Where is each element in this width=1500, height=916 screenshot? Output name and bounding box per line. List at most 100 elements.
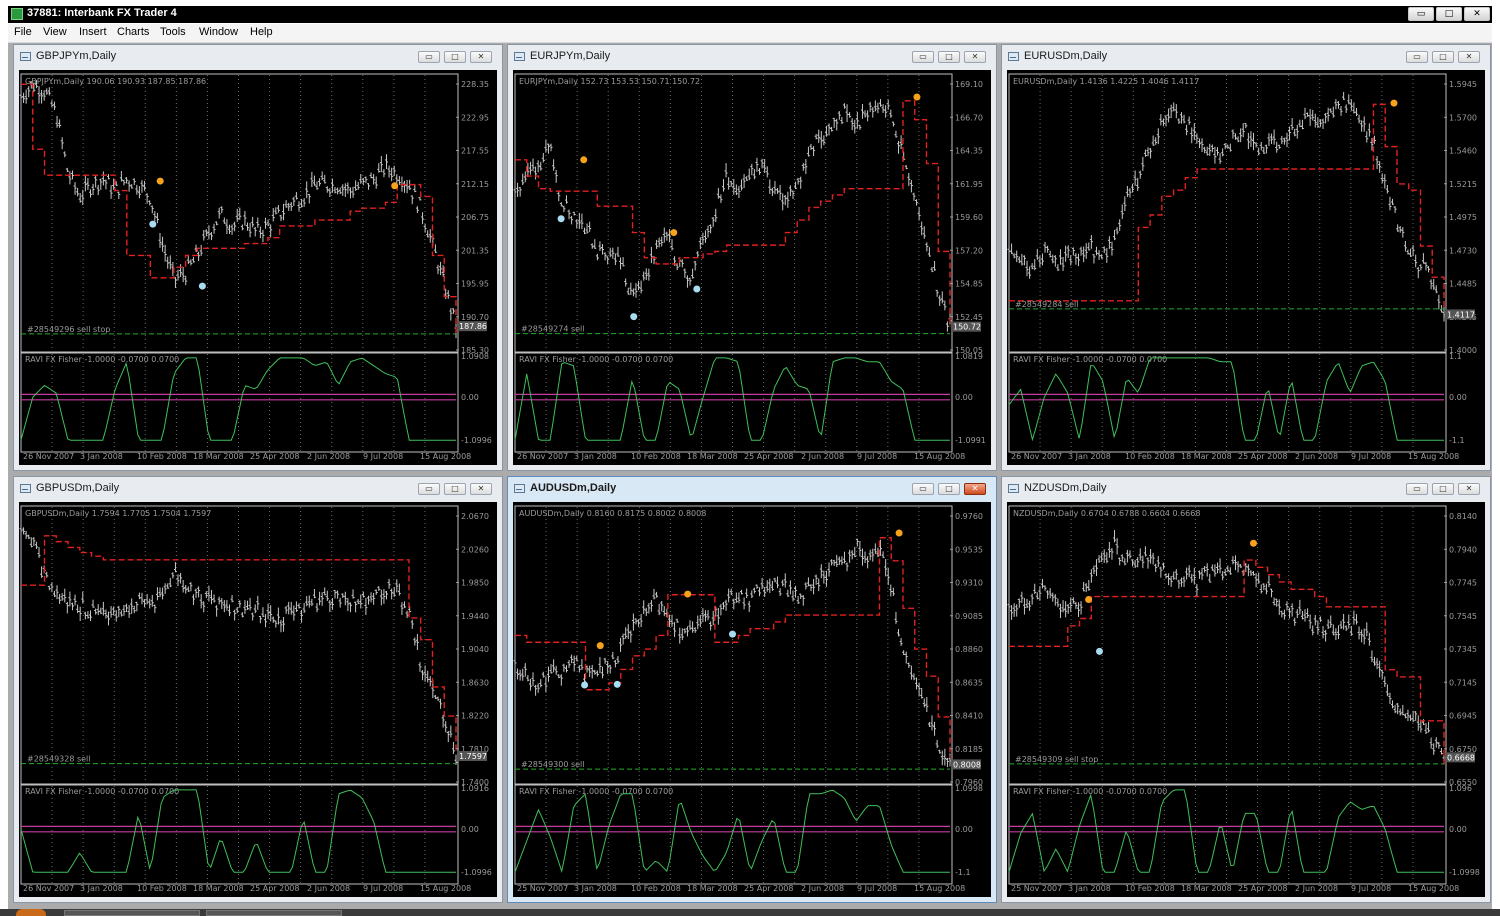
indicator-pane-frame (514, 784, 953, 885)
indicator-tick-label: -1.1 (955, 868, 971, 877)
chart-svg: AUDUSDm,Daily 0.8160 0.8175 0.8002 0.800… (513, 505, 983, 893)
menu-insert[interactable]: Insert (79, 26, 107, 38)
chart-window[interactable]: GBPUSDm,Daily ▭ □ ✕ GBPUSDm,Daily 1.7594… (13, 476, 503, 903)
menu-window[interactable]: Window (199, 26, 238, 38)
chart-minimize-button[interactable]: ▭ (912, 51, 934, 63)
menu-file[interactable]: File (14, 26, 32, 38)
chart-maximize-button[interactable]: □ (444, 483, 466, 495)
price-tick-label: 0.8410 (955, 712, 983, 721)
chart-close-button[interactable]: ✕ (470, 483, 492, 495)
chart-window[interactable]: GBPJPYm,Daily ▭ □ ✕ GBPJPYm,Daily 190.06… (13, 44, 503, 471)
close-icon: ✕ (971, 484, 979, 493)
minimize-icon: ▭ (1416, 9, 1426, 19)
chart-close-button[interactable]: ✕ (1458, 51, 1480, 63)
price-tick-label: 0.8140 (1449, 512, 1477, 521)
indicator-tick-label: 1.0916 (461, 784, 489, 793)
chart-minimize-button[interactable]: ▭ (418, 51, 440, 63)
chart-canvas[interactable]: NZDUSDm,Daily 0.6704 0.6788 0.6604 0.666… (1007, 502, 1485, 897)
menu-view[interactable]: View (43, 26, 67, 38)
menu-charts[interactable]: Charts (117, 26, 149, 38)
sell-signal-dot (1085, 596, 1093, 603)
restore-button[interactable]: □ (1436, 7, 1462, 21)
chart-window[interactable]: AUDUSDm,Daily ▭ □ ✕ AUDUSDm,Daily 0.8160… (507, 476, 997, 903)
chart-canvas[interactable]: GBPUSDm,Daily 1.7594 1.7705 1.7504 1.759… (19, 502, 497, 897)
chart-minimize-button[interactable]: ▭ (418, 483, 440, 495)
price-tick-label: 159.60 (955, 213, 983, 222)
chart-window-titlebar[interactable]: GBPUSDm,Daily ▭ □ ✕ (14, 477, 502, 501)
indicator-tick-label: 0.00 (1449, 825, 1467, 834)
last-price-label: 0.8008 (953, 760, 981, 769)
chart-window[interactable]: EURUSDm,Daily ▭ □ ✕ EURUSDm,Daily 1.4136… (1001, 44, 1491, 471)
chart-canvas[interactable]: GBPJPYm,Daily 190.06 190.93 187.85 187.8… (19, 70, 497, 465)
chart-window-titlebar[interactable]: EURJPYm,Daily ▭ □ ✕ (508, 45, 996, 69)
minimize-icon: ▭ (425, 484, 433, 493)
chart-minimize-button[interactable]: ▭ (912, 483, 934, 495)
chart-maximize-button[interactable]: □ (444, 51, 466, 63)
indicator-tick-label: 0.00 (461, 393, 479, 402)
chart-close-button[interactable]: ✕ (470, 51, 492, 63)
close-icon: ✕ (971, 52, 979, 61)
chart-maximize-button[interactable]: □ (1432, 483, 1454, 495)
price-tick-label: 1.5460 (1449, 147, 1477, 156)
chart-close-button[interactable]: ✕ (1458, 483, 1480, 495)
price-bars (1007, 530, 1446, 762)
taskbar-item[interactable] (206, 910, 342, 916)
price-tick-label: 152.45 (955, 313, 983, 322)
date-tick-label: 25 Apr 2008 (250, 452, 299, 461)
date-tick-label: 25 Nov 2007 (517, 884, 568, 893)
chart-window[interactable]: NZDUSDm,Daily ▭ □ ✕ NZDUSDm,Daily 0.6704… (1001, 476, 1491, 903)
chart-window-icon (514, 52, 525, 61)
trailing-stop-line (21, 83, 457, 334)
chart-window-titlebar[interactable]: GBPJPYm,Daily ▭ □ ✕ (14, 45, 502, 69)
order-label: #28549274 sell (521, 325, 585, 334)
price-pane-frame (1008, 73, 1447, 353)
indicator-tick-label: 0.00 (461, 825, 479, 834)
date-tick-label: 3 Jan 2008 (574, 452, 617, 461)
chart-minimize-button[interactable]: ▭ (1406, 51, 1428, 63)
date-tick-label: 2 Jun 2008 (307, 884, 350, 893)
minimize-button[interactable]: ▭ (1408, 7, 1434, 21)
buy-signal-dot (613, 680, 621, 688)
indicator-header: RAVI FX Fisher -1.0000 -0.0700 0.0700 (25, 355, 179, 364)
sell-signal-dot (596, 642, 604, 650)
date-tick-label: 10 Feb 2008 (137, 884, 187, 893)
chart-svg: EURJPYm,Daily 152.73 153.53 150.71 150.7… (513, 73, 986, 461)
chart-canvas[interactable]: EURUSDm,Daily 1.4136 1.4225 1.4046 1.411… (1007, 70, 1485, 465)
date-tick-label: 9 Jul 2008 (1351, 884, 1391, 893)
price-tick-label: 217.55 (461, 147, 489, 156)
price-tick-label: 1.8220 (461, 712, 489, 721)
chart-close-button[interactable]: ✕ (964, 51, 986, 63)
chart-canvas[interactable]: AUDUSDm,Daily 0.8160 0.8175 0.8002 0.800… (513, 502, 991, 897)
price-tick-label: 201.35 (461, 246, 489, 255)
chart-window-titlebar[interactable]: EURUSDm,Daily ▭ □ ✕ (1002, 45, 1490, 69)
chart-window-titlebar[interactable]: NZDUSDm,Daily ▭ □ ✕ (1002, 477, 1490, 501)
order-label: #28549328 sell (27, 755, 91, 764)
menu-tools[interactable]: Tools (160, 26, 186, 38)
chart-window[interactable]: EURJPYm,Daily ▭ □ ✕ EURJPYm,Daily 152.73… (507, 44, 997, 471)
sell-signal-dot (580, 156, 588, 164)
start-button[interactable] (16, 909, 46, 916)
taskbar-item[interactable] (64, 910, 200, 916)
date-tick-label: 3 Jan 2008 (80, 884, 123, 893)
chart-close-button[interactable]: ✕ (964, 483, 986, 495)
chart-window-titlebar[interactable]: AUDUSDm,Daily ▭ □ ✕ (508, 477, 996, 501)
trailing-stop-line (515, 100, 951, 327)
chart-canvas[interactable]: EURJPYm,Daily 152.73 153.53 150.71 150.7… (513, 70, 991, 465)
price-tick-label: 1.5700 (1449, 113, 1477, 122)
buy-signal-dot (581, 681, 589, 689)
price-tick-label: 0.9760 (955, 512, 983, 521)
trailing-stop-line (1009, 559, 1445, 765)
menu-help[interactable]: Help (250, 26, 273, 38)
date-tick-label: 9 Jul 2008 (363, 884, 403, 893)
minimize-icon: ▭ (1413, 484, 1421, 493)
close-button[interactable]: ✕ (1464, 7, 1490, 21)
chart-maximize-button[interactable]: □ (938, 51, 960, 63)
chart-maximize-button[interactable]: □ (1432, 51, 1454, 63)
date-tick-label: 15 Aug 2008 (420, 452, 471, 461)
date-tick-label: 3 Jan 2008 (574, 884, 617, 893)
mdi-workspace: GBPJPYm,Daily ▭ □ ✕ GBPJPYm,Daily 190.06… (8, 43, 1492, 909)
chart-maximize-button[interactable]: □ (938, 483, 960, 495)
maximize-icon: □ (451, 52, 459, 61)
indicator-tick-label: 1.1 (1449, 352, 1462, 361)
chart-minimize-button[interactable]: ▭ (1406, 483, 1428, 495)
